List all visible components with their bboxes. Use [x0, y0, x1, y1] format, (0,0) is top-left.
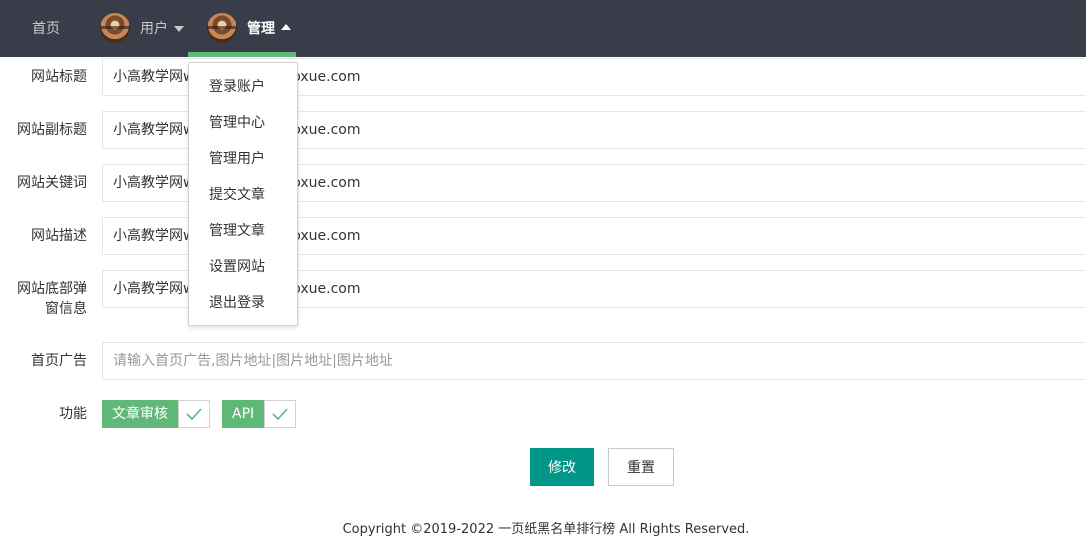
- nav-user-label: 用户: [140, 21, 168, 37]
- nav-home-link[interactable]: 首页: [32, 18, 60, 38]
- feature-api-label: API: [222, 400, 265, 428]
- nav-admin-label: 管理: [247, 21, 275, 37]
- site-subtitle-label: 网站副标题: [17, 122, 87, 138]
- menu-item-manage-articles[interactable]: 管理文章: [209, 221, 265, 241]
- admin-avatar: [207, 13, 237, 43]
- reset-button[interactable]: 重置: [608, 448, 674, 486]
- site-description-label: 网站描述: [31, 228, 87, 244]
- nav-admin-menu[interactable]: 管理: [207, 12, 291, 44]
- site-keywords-label: 网站关键词: [17, 175, 87, 191]
- feature-article-review-label: 文章审核: [102, 400, 178, 428]
- submit-button[interactable]: 修改: [530, 448, 594, 486]
- home-ad-input[interactable]: 请输入首页广告,图片地址|图片地址|图片地址: [102, 342, 1086, 380]
- footer-popup-label: 网站底部弹 窗信息: [0, 279, 87, 319]
- footer-popup-label-line1: 网站底部弹: [17, 281, 87, 297]
- home-ad-label: 首页广告: [31, 353, 87, 369]
- checkmark-icon: [178, 401, 209, 427]
- admin-dropdown-menu: 登录账户 管理中心 管理用户 提交文章 管理文章 设置网站 退出登录: [188, 62, 298, 326]
- user-avatar: [100, 13, 130, 43]
- checkmark-icon: [264, 401, 295, 427]
- chevron-down-icon: [174, 26, 184, 32]
- top-nav-bar: 首页 用户 管理: [0, 0, 1086, 57]
- menu-item-logout[interactable]: 退出登录: [209, 293, 265, 313]
- menu-item-manage-users[interactable]: 管理用户: [209, 149, 265, 169]
- chevron-up-icon: [281, 24, 291, 30]
- menu-item-admin-center[interactable]: 管理中心: [209, 113, 265, 133]
- feature-article-review-checkbox[interactable]: 文章审核: [102, 400, 210, 428]
- menu-item-submit-article[interactable]: 提交文章: [209, 185, 265, 205]
- site-title-label: 网站标题: [31, 69, 87, 85]
- footer-copyright: Copyright ©2019-2022 一页纸黑名单排行榜 All Right…: [342, 522, 750, 537]
- menu-item-login-account[interactable]: 登录账户: [209, 77, 265, 97]
- menu-item-site-settings[interactable]: 设置网站: [209, 257, 265, 277]
- footer-popup-label-line2: 窗信息: [45, 301, 87, 317]
- nav-active-indicator: [188, 52, 296, 57]
- features-label: 功能: [59, 406, 87, 422]
- nav-user-menu[interactable]: 用户: [100, 12, 184, 44]
- feature-api-checkbox[interactable]: API: [222, 400, 297, 428]
